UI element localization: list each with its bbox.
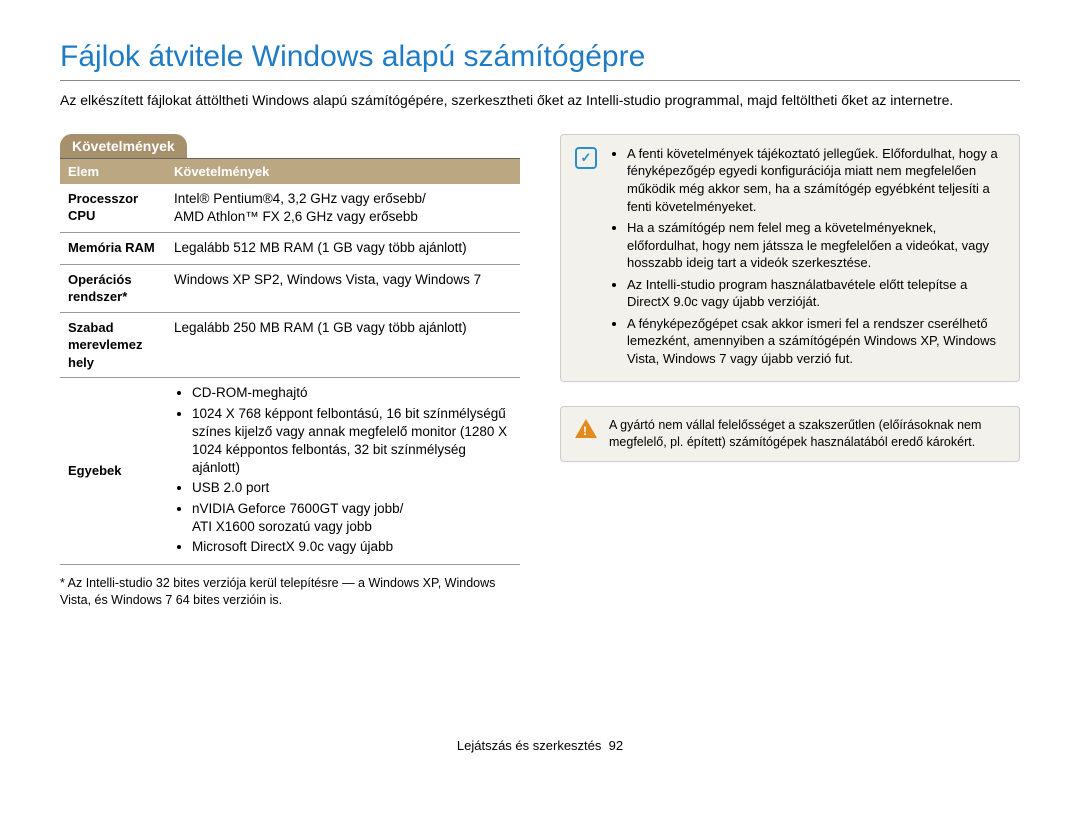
requirements-footnote: * Az Intelli-studio 32 bites verziója ke… (60, 575, 520, 608)
row-req: Legalább 250 MB RAM (1 GB vagy több aján… (166, 312, 520, 378)
info-note-list: A fenti követelmények tájékoztató jelleg… (609, 145, 1005, 372)
table-row: Operációs rendszer* Windows XP SP2, Wind… (60, 264, 520, 312)
warning-note-box: A gyártó nem vállal felelősséget a szaks… (560, 406, 1020, 462)
list-item: nVIDIA Geforce 7600GT vagy jobb/ ATI X16… (192, 500, 512, 536)
list-item: CD-ROM-meghajtó (192, 384, 512, 402)
list-item: A fenti követelmények tájékoztató jelleg… (627, 145, 1005, 215)
row-req-others: CD-ROM-meghajtó 1024 X 768 képpont felbon… (166, 378, 520, 565)
page-title: Fájlok átvitele Windows alapú számítógép… (60, 40, 1020, 81)
list-item: Microsoft DirectX 9.0c vagy újabb (192, 538, 512, 556)
row-req: Legalább 512 MB RAM (1 GB vagy több aján… (166, 233, 520, 264)
requirements-heading: Követelmények (60, 134, 187, 158)
row-item: Processzor CPU (60, 184, 166, 233)
info-note-box: ✓ A fenti követelmények tájékoztató jell… (560, 134, 1020, 383)
row-item-others: Egyebek (60, 378, 166, 565)
table-row: Memória RAM Legalább 512 MB RAM (1 GB va… (60, 233, 520, 264)
page-footer: Lejátszás és szerkesztés 92 (60, 738, 1020, 753)
table-row-others: Egyebek CD-ROM-meghajtó 1024 X 768 képpon… (60, 378, 520, 565)
warning-icon (575, 419, 597, 438)
row-req: Windows XP SP2, Windows Vista, vagy Wind… (166, 264, 520, 312)
row-item: Operációs rendszer* (60, 264, 166, 312)
table-header-req: Követelmények (166, 159, 520, 184)
info-icon: ✓ (575, 147, 597, 169)
row-item: Memória RAM (60, 233, 166, 264)
footer-page-number: 92 (609, 738, 623, 753)
table-row: Processzor CPU Intel® Pentium®4, 3,2 GHz… (60, 184, 520, 233)
table-row: Szabad merevlemez hely Legalább 250 MB R… (60, 312, 520, 378)
row-item: Szabad merevlemez hely (60, 312, 166, 378)
footer-section: Lejátszás és szerkesztés (457, 738, 602, 753)
list-item: 1024 X 768 képpont felbontású, 16 bit sz… (192, 405, 512, 478)
notes-column: ✓ A fenti követelmények tájékoztató jell… (560, 134, 1020, 608)
list-item: Ha a számítógép nem felel meg a követelm… (627, 219, 1005, 272)
list-item: A fényképezőgépet csak akkor ismeri fel … (627, 315, 1005, 368)
table-header-item: Elem (60, 159, 166, 184)
list-item: Az Intelli-studio program használatbavét… (627, 276, 1005, 311)
requirements-column: Követelmények Elem Követelmények Process… (60, 134, 520, 608)
warning-text: A gyártó nem vállal felelősséget a szaks… (609, 417, 1005, 451)
row-req: Intel® Pentium®4, 3,2 GHz vagy erősebb/ … (166, 184, 520, 233)
list-item: USB 2.0 port (192, 479, 512, 497)
intro-text: Az elkészített fájlokat áttöltheti Windo… (60, 91, 1020, 110)
requirements-table: Elem Követelmények Processzor CPU Intel®… (60, 159, 520, 565)
